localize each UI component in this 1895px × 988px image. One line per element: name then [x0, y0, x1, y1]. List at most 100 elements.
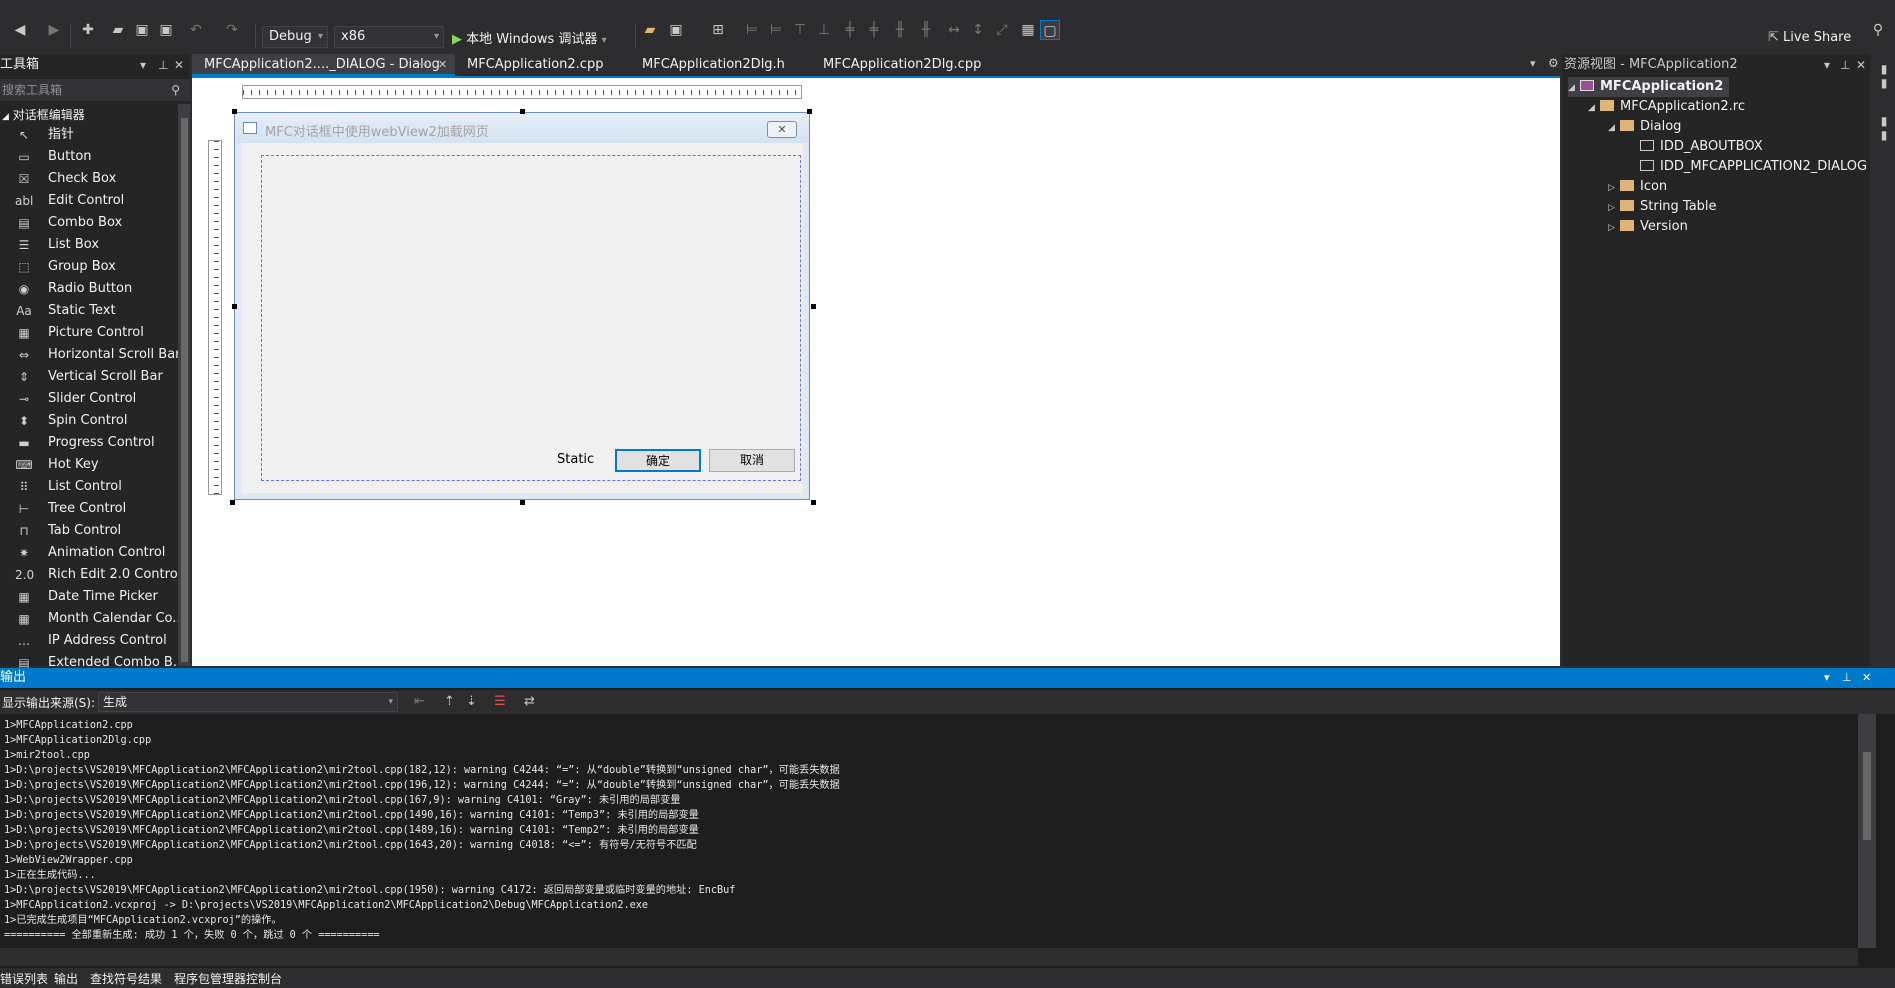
- word-wrap-icon[interactable]: ⇄: [524, 694, 535, 709]
- resize-handle[interactable]: [520, 109, 525, 114]
- save-icon[interactable]: ▣: [132, 20, 152, 40]
- close-icon[interactable]: ✕: [438, 54, 447, 76]
- pin-icon[interactable]: ⊥: [158, 54, 168, 76]
- tree-item-dialog-folder[interactable]: ◢ Dialog: [1608, 117, 1681, 137]
- make-same-height-icon[interactable]: ↕: [968, 20, 988, 40]
- center-vertical-icon[interactable]: ╪: [840, 20, 860, 40]
- chevron-down-icon[interactable]: ▾: [1824, 54, 1830, 76]
- chevron-down-icon[interactable]: ▾: [140, 54, 146, 76]
- live-share-button[interactable]: ⇱ Live Share: [1768, 30, 1851, 45]
- align-top-icon[interactable]: ⊤: [790, 20, 810, 40]
- dialog-preview[interactable]: MFC对话框中使用webView2加载网页 ✕ Static 确定 取消: [234, 112, 810, 500]
- toolbox-item[interactable]: ↖ 指针: [0, 124, 176, 146]
- forward-icon[interactable]: ▶: [44, 20, 64, 40]
- toolbox-item[interactable]: ⌨ Hot Key: [0, 454, 176, 476]
- tab-output[interactable]: 输出: [54, 970, 78, 987]
- build-icon[interactable]: ⊞: [708, 20, 728, 40]
- toolbox-item[interactable]: ⊓ Tab Control: [0, 520, 176, 542]
- toolbox-item[interactable]: ⬍ Spin Control: [0, 410, 176, 432]
- toolbox-item[interactable]: ⇕ Vertical Scroll Bar: [0, 366, 176, 388]
- vertical-ruler[interactable]: [208, 140, 222, 495]
- tab-find-symbol-results[interactable]: 查找符号结果: [90, 970, 162, 987]
- static-text-control[interactable]: Static: [557, 452, 594, 467]
- webview-placeholder-control[interactable]: [261, 155, 801, 481]
- tree-item-rc-file[interactable]: ◢ MFCApplication2.rc: [1588, 97, 1745, 117]
- tab-mfcapplication2dlg-cpp[interactable]: MFCApplication2Dlg.cpp: [811, 54, 981, 76]
- chevron-down-icon[interactable]: ▾: [1530, 57, 1536, 70]
- resize-handle[interactable]: [811, 500, 816, 505]
- save-all-icon[interactable]: ▣: [156, 20, 176, 40]
- close-icon[interactable]: ✕: [1856, 54, 1866, 76]
- pin-icon[interactable]: ⊣: [418, 54, 428, 76]
- tab-dialog-design[interactable]: MFCApplication2...._DIALOG - Dialog ⊣ ✕: [192, 54, 455, 76]
- dialog-close-button[interactable]: ✕: [767, 121, 797, 138]
- search-icon[interactable]: ⚲: [171, 79, 180, 101]
- toolbox-item[interactable]: ◉ Radio Button: [0, 278, 176, 300]
- align-right-icon[interactable]: ⊨: [766, 20, 786, 40]
- clear-all-icon[interactable]: ☰: [494, 694, 506, 709]
- pin-icon[interactable]: ⊥: [1840, 54, 1850, 76]
- space-down-icon[interactable]: ╫: [916, 20, 936, 40]
- tab-mfcapplication2-cpp[interactable]: MFCApplication2.cpp: [455, 54, 603, 76]
- make-same-size-icon[interactable]: ⤢: [992, 20, 1012, 40]
- toggle-grid-icon[interactable]: ▦: [1018, 20, 1038, 40]
- toolbox-item[interactable]: … IP Address Control: [0, 630, 176, 652]
- toolbox-item[interactable]: 2.0 Rich Edit 2.0 Control: [0, 564, 181, 586]
- toolbox-item[interactable]: ▬ Progress Control: [0, 432, 176, 454]
- cancel-button[interactable]: 取消: [709, 449, 795, 472]
- next-message-icon[interactable]: ⇣: [466, 694, 477, 709]
- resize-handle[interactable]: [811, 304, 816, 309]
- toolbox-item[interactable]: ▭ Button: [0, 146, 176, 168]
- redo-icon[interactable]: ↷: [222, 20, 242, 40]
- toolbox-item[interactable]: Aa Static Text: [0, 300, 176, 322]
- side-tab-icon[interactable]: ▮▮: [1877, 62, 1891, 90]
- tree-item-main-dialog[interactable]: IDD_MFCAPPLICATION2_DIALOG: [1640, 157, 1867, 177]
- horizontal-ruler[interactable]: [242, 85, 802, 99]
- tab-error-list[interactable]: 错误列表: [0, 970, 48, 987]
- space-across-icon[interactable]: ╫: [890, 20, 910, 40]
- tab-mfcapplication2dlg-h[interactable]: MFCApplication2Dlg.h: [630, 54, 785, 76]
- feedback-icon[interactable]: ⚲: [1868, 20, 1888, 40]
- center-horizontal-icon[interactable]: ╪: [864, 20, 884, 40]
- platform-select[interactable]: x86 ▾: [334, 26, 444, 48]
- ok-button[interactable]: 确定: [615, 449, 701, 472]
- toolbox-item[interactable]: ✷ Animation Control: [0, 542, 176, 564]
- open-file-icon[interactable]: ▰: [640, 20, 660, 40]
- toolbox-item[interactable]: ⬚ Group Box: [0, 256, 176, 278]
- open-folder-icon[interactable]: ▰: [108, 20, 128, 40]
- toggle-guides-icon[interactable]: ▢: [1040, 20, 1060, 40]
- resize-handle[interactable]: [807, 109, 812, 114]
- tree-item-version-folder[interactable]: ▷ Version: [1608, 217, 1688, 237]
- close-icon[interactable]: ✕: [174, 54, 184, 76]
- toolbox-item[interactable]: ⇔ Horizontal Scroll Bar: [0, 344, 181, 366]
- resize-handle[interactable]: [520, 500, 525, 505]
- side-tab-icon[interactable]: ▮▮: [1877, 114, 1891, 142]
- close-icon[interactable]: ✕: [1862, 668, 1871, 688]
- toolbox-item[interactable]: ▤ Combo Box: [0, 212, 176, 234]
- start-debugging-button[interactable]: ▶ 本地 Windows 调试器 ▾: [452, 28, 607, 47]
- toolbox-item[interactable]: ▦ Date Time Picker: [0, 586, 176, 608]
- toolbox-item[interactable]: abl Edit Control: [0, 190, 176, 212]
- chevron-down-icon[interactable]: ▾: [1824, 668, 1830, 688]
- align-bottom-icon[interactable]: ⊥: [814, 20, 834, 40]
- output-scroll-thumb[interactable]: [1863, 752, 1871, 840]
- tree-item-aboutbox[interactable]: IDD_ABOUTBOX: [1640, 137, 1763, 157]
- new-project-icon[interactable]: ✚: [78, 20, 98, 40]
- make-same-width-icon[interactable]: ↔: [944, 20, 964, 40]
- toolbox-item[interactable]: ☰ List Box: [0, 234, 176, 256]
- toolbox-scroll-thumb[interactable]: [181, 118, 188, 662]
- output-text[interactable]: 1>MFCApplication2.cpp 1>MFCApplication2Dl…: [4, 718, 1854, 940]
- tree-item-project[interactable]: ◢ MFCApplication2: [1568, 77, 1730, 97]
- undo-icon[interactable]: ↶: [186, 20, 206, 40]
- toolbox-item[interactable]: ▦ Month Calendar Co...: [0, 608, 184, 630]
- toolbox-item[interactable]: ⊸ Slider Control: [0, 388, 176, 410]
- toolbox-item[interactable]: ▦ Picture Control: [0, 322, 176, 344]
- previous-message-icon[interactable]: ⇡: [444, 694, 455, 709]
- resize-handle[interactable]: [230, 500, 235, 505]
- toolbox-group-dialog-editor[interactable]: ◢ 对话框编辑器: [2, 106, 85, 123]
- test-dialog-icon[interactable]: ▣: [666, 20, 686, 40]
- tree-item-string-table-folder[interactable]: ▷ String Table: [1608, 197, 1717, 217]
- resize-handle[interactable]: [232, 304, 237, 309]
- resize-handle[interactable]: [232, 109, 237, 114]
- toolbox-search-input[interactable]: 搜索工具箱 ⚲: [0, 79, 190, 101]
